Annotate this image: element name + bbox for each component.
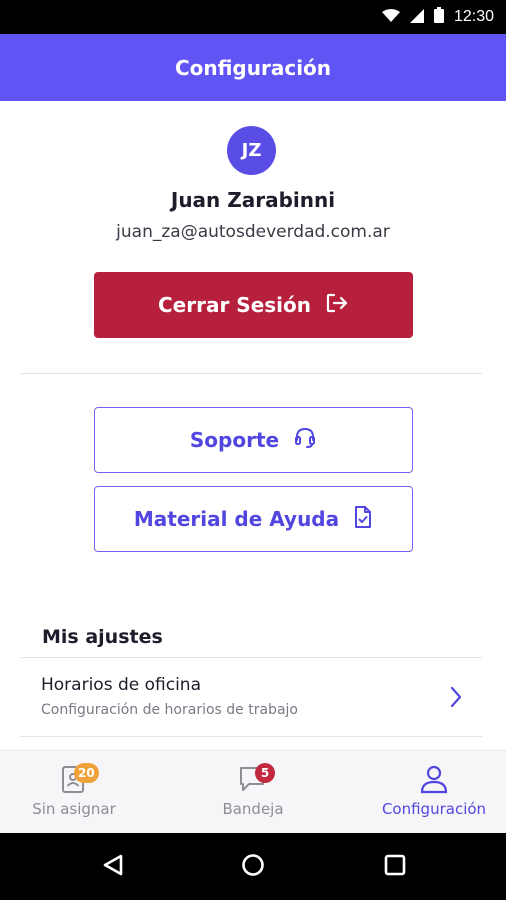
settings-section-title: Mis ajustes <box>42 626 163 648</box>
back-triangle-icon <box>102 853 124 881</box>
home-button[interactable] <box>237 851 269 883</box>
unassigned-badge: 20 <box>74 763 99 783</box>
office-hours-row[interactable]: Horarios de oficina Configuración de hor… <box>20 658 482 736</box>
chevron-right-icon <box>450 686 462 712</box>
office-hours-subtitle: Configuración de horarios de trabajo <box>41 702 298 718</box>
divider <box>20 736 482 737</box>
nav-icon-wrap: 20 <box>54 763 99 797</box>
nav-icon-wrap <box>414 765 454 797</box>
back-button[interactable] <box>97 851 129 883</box>
nav-item-inbox[interactable]: 5 Bandeja <box>213 751 293 834</box>
user-email: juan_za@autosdeverdad.com.ar <box>116 222 390 242</box>
divider <box>20 373 482 374</box>
status-icons: 12:30 <box>381 0 494 34</box>
logout-button[interactable]: Cerrar Sesión <box>94 272 413 338</box>
office-hours-title: Horarios de oficina <box>41 675 201 695</box>
avatar: JZ <box>227 126 276 175</box>
home-circle-icon <box>241 853 265 881</box>
support-button[interactable]: Soporte <box>94 407 413 473</box>
user-name: Juan Zarabinni <box>170 188 336 212</box>
logout-label: Cerrar Sesión <box>158 293 311 317</box>
headset-icon <box>293 426 317 455</box>
document-check-icon <box>353 505 373 534</box>
nav-label-inbox: Bandeja <box>222 800 284 818</box>
wifi-icon <box>381 8 400 27</box>
bottom-nav: 20 Sin asignar 5 Bandeja Configuración <box>0 750 506 833</box>
nav-icon-wrap: 5 <box>233 763 275 797</box>
nav-item-settings[interactable]: Configuración <box>372 751 496 834</box>
app-bar: Configuración <box>0 34 506 101</box>
support-label: Soporte <box>189 428 280 452</box>
page-title: Configuración <box>174 55 332 80</box>
system-nav-bar <box>0 833 506 900</box>
cell-signal-icon <box>409 8 424 27</box>
nav-item-unassigned[interactable]: 20 Sin asignar <box>22 751 126 834</box>
person-icon <box>419 764 449 798</box>
help-material-label: Material de Ayuda <box>133 507 340 531</box>
nav-label-unassigned: Sin asignar <box>32 800 116 818</box>
battery-icon <box>433 7 444 27</box>
recents-button[interactable] <box>379 851 411 883</box>
logout-icon <box>325 292 349 319</box>
status-time: 12:30 <box>453 8 494 25</box>
recents-square-icon <box>384 854 406 880</box>
status-bar: 12:30 <box>0 0 506 34</box>
help-material-button[interactable]: Material de Ayuda <box>94 486 413 552</box>
inbox-badge: 5 <box>255 763 275 783</box>
nav-label-settings: Configuración <box>381 800 487 818</box>
